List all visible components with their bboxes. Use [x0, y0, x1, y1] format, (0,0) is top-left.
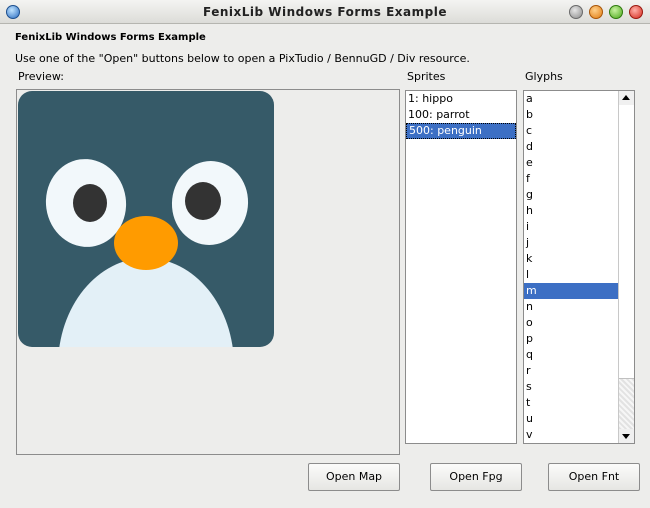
glyph-item-v[interactable]: v	[524, 427, 618, 443]
glyphs-scrollbar[interactable]	[618, 91, 634, 443]
sprites-list[interactable]: 1: hippo 100: parrot 500: penguin	[405, 90, 517, 444]
scroll-down-arrow-icon[interactable]	[619, 429, 634, 443]
glyph-item-p[interactable]: p	[524, 331, 618, 347]
glyph-item-l[interactable]: l	[524, 267, 618, 283]
penguin-right-pupil	[185, 182, 221, 220]
glyph-item-q[interactable]: q	[524, 347, 618, 363]
glyph-item-d[interactable]: d	[524, 139, 618, 155]
preview-label: Preview:	[18, 70, 64, 83]
glyph-item-c[interactable]: c	[524, 123, 618, 139]
scroll-up-arrow-icon[interactable]	[619, 91, 634, 105]
window-title: FenixLib Windows Forms Example	[203, 5, 447, 19]
glyph-item-j[interactable]: j	[524, 235, 618, 251]
glyph-item-b[interactable]: b	[524, 107, 618, 123]
glyph-item-s[interactable]: s	[524, 379, 618, 395]
sprite-item-parrot[interactable]: 100: parrot	[406, 107, 516, 123]
glyph-item-h[interactable]: h	[524, 203, 618, 219]
restore-icon[interactable]	[589, 5, 603, 19]
glyphs-label: Glyphs	[525, 70, 563, 83]
instructions-text: Use one of the "Open" buttons below to o…	[15, 52, 470, 65]
open-fpg-button[interactable]: Open Fpg	[430, 463, 522, 491]
open-fnt-button[interactable]: Open Fnt	[548, 463, 640, 491]
glyph-item-o[interactable]: o	[524, 315, 618, 331]
open-map-button[interactable]: Open Map	[308, 463, 400, 491]
sprite-item-penguin[interactable]: 500: penguin	[406, 123, 516, 139]
title-bar[interactable]: FenixLib Windows Forms Example	[0, 0, 650, 24]
sprites-label: Sprites	[407, 70, 446, 83]
glyph-items: abcdefghijklmnopqrstuv	[524, 91, 618, 443]
glyph-item-e[interactable]: e	[524, 155, 618, 171]
maximize-icon[interactable]	[609, 5, 623, 19]
penguin-left-pupil	[73, 184, 107, 222]
scrollbar-thumb[interactable]	[619, 378, 634, 429]
sprite-item-hippo[interactable]: 1: hippo	[406, 91, 516, 107]
glyph-item-a[interactable]: a	[524, 91, 618, 107]
glyph-item-k[interactable]: k	[524, 251, 618, 267]
close-icon[interactable]	[629, 5, 643, 19]
minimize-icon[interactable]	[569, 5, 583, 19]
glyph-item-t[interactable]: t	[524, 395, 618, 411]
glyph-item-n[interactable]: n	[524, 299, 618, 315]
glyph-item-f[interactable]: f	[524, 171, 618, 187]
glyph-item-m[interactable]: m	[524, 283, 618, 299]
page-heading: FenixLib Windows Forms Example	[15, 32, 206, 43]
glyph-item-g[interactable]: g	[524, 187, 618, 203]
preview-panel	[16, 89, 400, 455]
penguin-sprite-image	[18, 91, 274, 347]
glyph-item-u[interactable]: u	[524, 411, 618, 427]
glyph-item-i[interactable]: i	[524, 219, 618, 235]
glyphs-list[interactable]: abcdefghijklmnopqrstuv	[523, 90, 635, 444]
glyph-item-r[interactable]: r	[524, 363, 618, 379]
penguin-beak	[114, 216, 178, 270]
